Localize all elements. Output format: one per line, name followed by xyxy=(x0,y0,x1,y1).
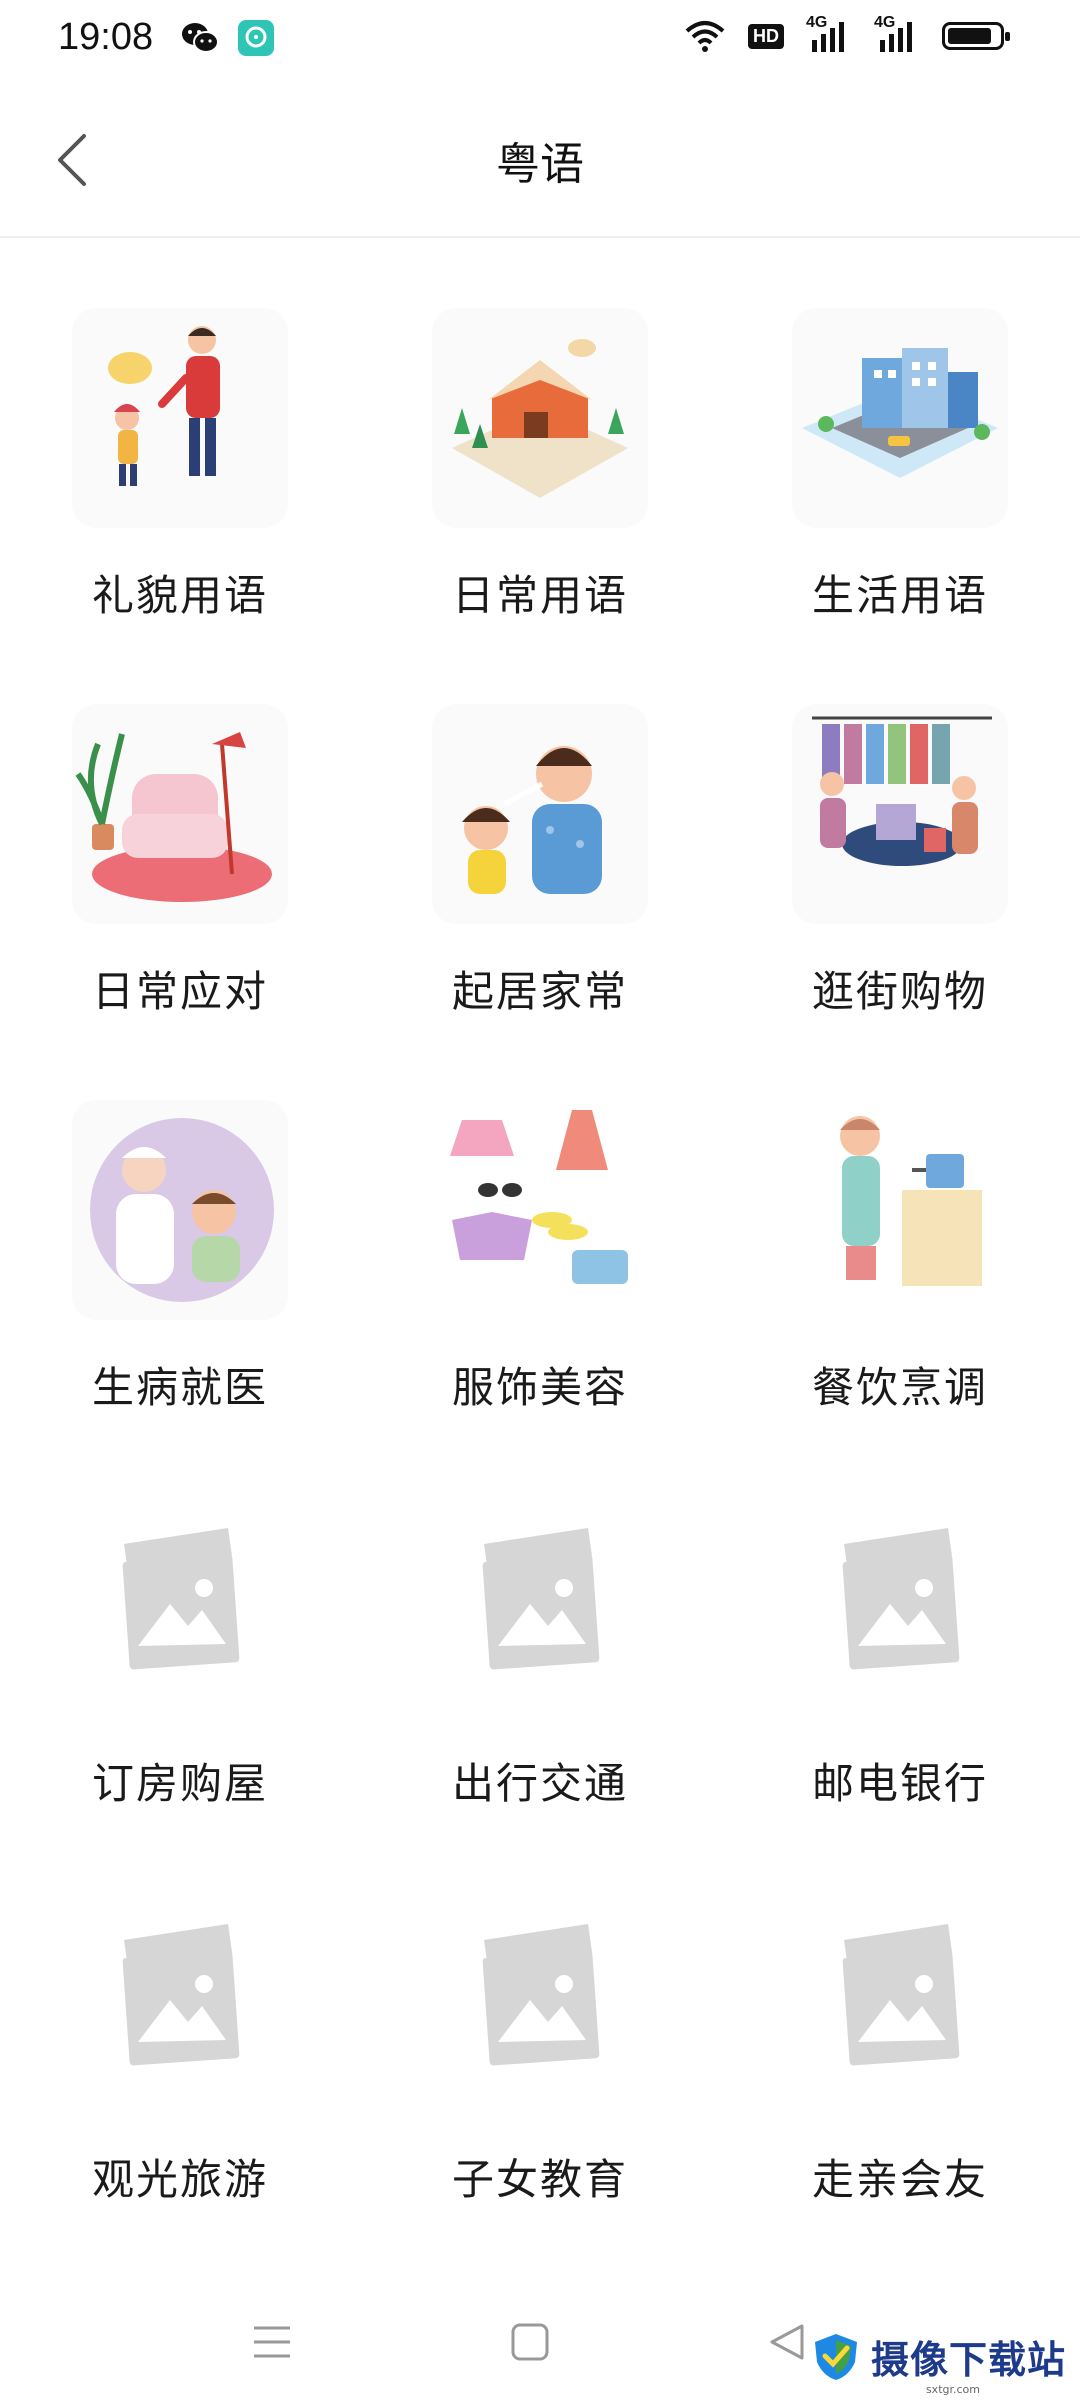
shopping-illustration xyxy=(792,704,1008,924)
image-placeholder-icon xyxy=(72,1496,288,1716)
app-header: 粤语 xyxy=(0,80,1080,238)
watermark: 摄像下载站 xyxy=(809,2329,1066,2384)
daily-phrases-illustration xyxy=(432,308,648,528)
status-bar: 19:08 HD 4G 4G xyxy=(0,0,1080,80)
polite-phrases-illustration xyxy=(72,308,288,528)
category-label: 起居家常 xyxy=(451,967,628,1016)
wifi-icon xyxy=(684,19,726,53)
category-item-shopping[interactable]: 逛街购物 xyxy=(720,632,1080,1028)
home-square-icon xyxy=(511,2323,549,2361)
category-item-daily-response[interactable]: 日常应对 xyxy=(0,632,360,1028)
category-label: 走亲会友 xyxy=(811,2155,988,2204)
cooking-illustration xyxy=(792,1100,1008,1320)
page-title: 粤语 xyxy=(496,139,584,190)
watermark-sub: sxtgr.com xyxy=(925,2383,980,2396)
category-item-polite-phrases[interactable]: 礼貌用语 xyxy=(0,236,360,632)
category-label: 礼貌用语 xyxy=(91,571,268,620)
menu-icon xyxy=(254,2326,290,2358)
category-item-home-life[interactable]: 起居家常 xyxy=(360,632,720,1028)
category-label: 订房购屋 xyxy=(91,1759,268,1808)
category-item-daily-phrases[interactable]: 日常用语 xyxy=(360,236,720,632)
category-item-education[interactable]: 子女教育 xyxy=(360,1820,720,2216)
category-label: 日常应对 xyxy=(91,967,268,1016)
shield-logo-icon xyxy=(814,2333,857,2380)
app-notification-icon xyxy=(238,20,274,56)
category-label: 观光旅游 xyxy=(91,2155,268,2204)
status-left-icons xyxy=(180,20,274,56)
home-life-illustration xyxy=(432,704,648,924)
medical-illustration xyxy=(72,1100,288,1320)
life-phrases-illustration xyxy=(792,308,1008,528)
image-placeholder-icon xyxy=(72,1892,288,2112)
category-label: 出行交通 xyxy=(451,1759,628,1808)
system-nav-bar: 摄像下载站 sxtgr.com xyxy=(0,2280,1080,2400)
category-item-transport[interactable]: 出行交通 xyxy=(360,1424,720,1820)
daily-response-illustration xyxy=(72,704,288,924)
image-placeholder-icon xyxy=(792,1892,1008,2112)
image-placeholder-icon xyxy=(432,1496,648,1716)
category-label: 逛街购物 xyxy=(811,967,988,1016)
image-placeholder-icon xyxy=(792,1496,1008,1716)
category-label: 子女教育 xyxy=(451,2155,628,2204)
category-item-tourism[interactable]: 观光旅游 xyxy=(0,1820,360,2216)
category-label: 生病就医 xyxy=(91,1363,268,1412)
category-item-visiting-friends[interactable]: 走亲会友 xyxy=(720,1820,1080,2216)
category-item-housing[interactable]: 订房购屋 xyxy=(0,1424,360,1820)
category-item-life-phrases[interactable]: 生活用语 xyxy=(720,236,1080,632)
category-item-cooking[interactable]: 餐饮烹调 xyxy=(720,1028,1080,1424)
category-label: 邮电银行 xyxy=(811,1759,988,1808)
category-label: 生活用语 xyxy=(811,571,988,620)
category-label: 餐饮烹调 xyxy=(811,1363,988,1412)
category-item-clothing[interactable]: 服饰美容 xyxy=(360,1028,720,1424)
battery-icon xyxy=(942,22,1010,50)
menu-button[interactable] xyxy=(242,2312,302,2372)
image-placeholder-icon xyxy=(432,1892,648,2112)
category-item-medical[interactable]: 生病就医 xyxy=(0,1028,360,1424)
clothing-illustration xyxy=(432,1100,648,1320)
signal-4g-icon: 4G xyxy=(874,14,920,54)
status-time: 19:08 xyxy=(58,16,154,58)
hd-icon: HD xyxy=(748,23,784,49)
watermark-text: 摄像下载站 xyxy=(870,2338,1066,2382)
wechat-icon xyxy=(180,20,220,56)
category-label: 服饰美容 xyxy=(451,1363,628,1412)
signal-4g-icon: 4G xyxy=(806,14,852,54)
home-button[interactable] xyxy=(500,2312,560,2372)
category-item-post-bank[interactable]: 邮电银行 xyxy=(720,1424,1080,1820)
category-label: 日常用语 xyxy=(451,571,628,620)
status-right-icons: HD 4G 4G xyxy=(684,14,1010,54)
